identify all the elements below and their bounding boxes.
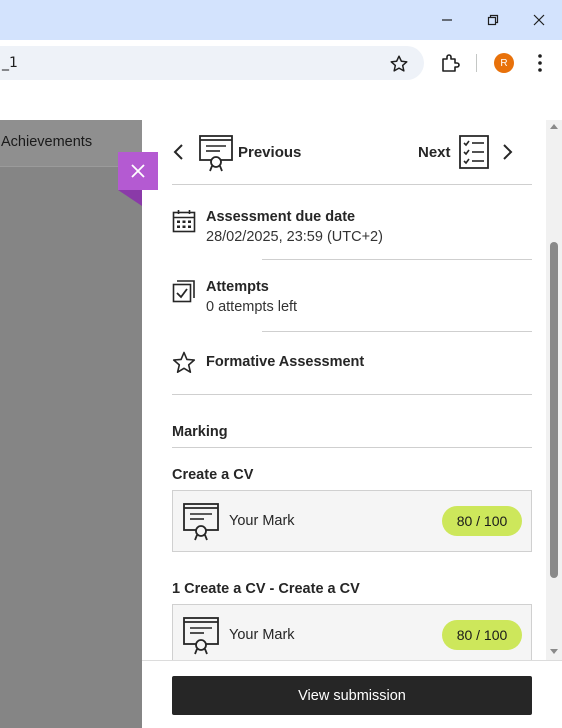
more-vert-icon[interactable]	[530, 52, 550, 74]
score-badge: 80 / 100	[442, 506, 522, 536]
chevron-right-icon[interactable]	[500, 143, 514, 161]
mark-label: Your Mark	[229, 513, 295, 529]
close-flag-tail	[118, 190, 142, 206]
tab-achievements-label: Achievements	[1, 134, 93, 150]
close-icon	[131, 164, 145, 178]
address-text: _1	[2, 55, 18, 71]
certificate-icon	[183, 617, 219, 655]
certificate-icon[interactable]	[196, 132, 236, 172]
certificate-icon	[183, 503, 219, 541]
due-date-title: Assessment due date	[206, 209, 356, 225]
star-icon	[172, 351, 196, 373]
mark-item-title: 1 Create a CV - Create a CV	[172, 581, 360, 597]
score-badge: 80 / 100	[442, 620, 522, 650]
panel-navigation: Previous Next	[142, 120, 546, 184]
minimize-icon	[442, 19, 452, 21]
due-date-value: 28/02/2025, 23:59 (UTC+2)	[206, 229, 383, 245]
mark-card[interactable]: Your Mark 80 / 100	[172, 490, 532, 552]
restore-icon	[487, 14, 499, 26]
restore-button[interactable]	[470, 0, 516, 40]
chevron-left-icon[interactable]	[172, 143, 186, 161]
browser-toolbar: _1 R	[0, 40, 562, 86]
profile-avatar[interactable]: R	[494, 53, 514, 73]
calendar-icon	[172, 210, 196, 233]
scrollbar-thumb[interactable]	[550, 242, 558, 578]
bookmark-star-icon[interactable]	[388, 53, 410, 75]
page-header-band	[0, 86, 562, 120]
mark-item-title: Create a CV	[172, 467, 254, 483]
window-close-button[interactable]	[516, 0, 562, 40]
assessment-type-title: Formative Assessment	[206, 354, 365, 370]
divider	[262, 259, 532, 260]
panel-footer: View submission	[142, 660, 562, 728]
close-panel-button[interactable]	[118, 152, 158, 190]
view-submission-button[interactable]: View submission	[172, 676, 532, 715]
mark-label: Your Mark	[229, 627, 295, 643]
scroll-down-arrow-icon[interactable]	[550, 649, 558, 654]
next-button[interactable]: Next	[418, 144, 451, 161]
details-panel: Previous Next Assessment due date 28/02/…	[142, 120, 562, 728]
checklist-icon[interactable]	[454, 132, 494, 172]
browser-titlebar	[0, 0, 562, 40]
divider	[172, 447, 532, 448]
extensions-puzzle-icon[interactable]	[438, 51, 462, 75]
marking-heading: Marking	[172, 424, 228, 440]
divider	[172, 394, 532, 395]
divider	[262, 331, 532, 332]
attempts-title: Attempts	[206, 279, 269, 295]
close-icon	[533, 14, 545, 26]
toolbar-separator	[476, 54, 477, 72]
dimmed-page-overlay[interactable]	[0, 120, 142, 728]
previous-button[interactable]: Previous	[238, 144, 301, 161]
divider	[172, 184, 532, 185]
checkbox-stack-icon	[172, 280, 195, 303]
scroll-up-arrow-icon[interactable]	[550, 124, 558, 129]
attempts-value: 0 attempts left	[206, 299, 298, 315]
address-bar[interactable]: _1	[0, 46, 424, 80]
mark-card[interactable]: Your Mark 80 / 100	[172, 604, 532, 666]
minimize-button[interactable]	[424, 0, 470, 40]
panel-scrollbar[interactable]	[546, 120, 562, 660]
